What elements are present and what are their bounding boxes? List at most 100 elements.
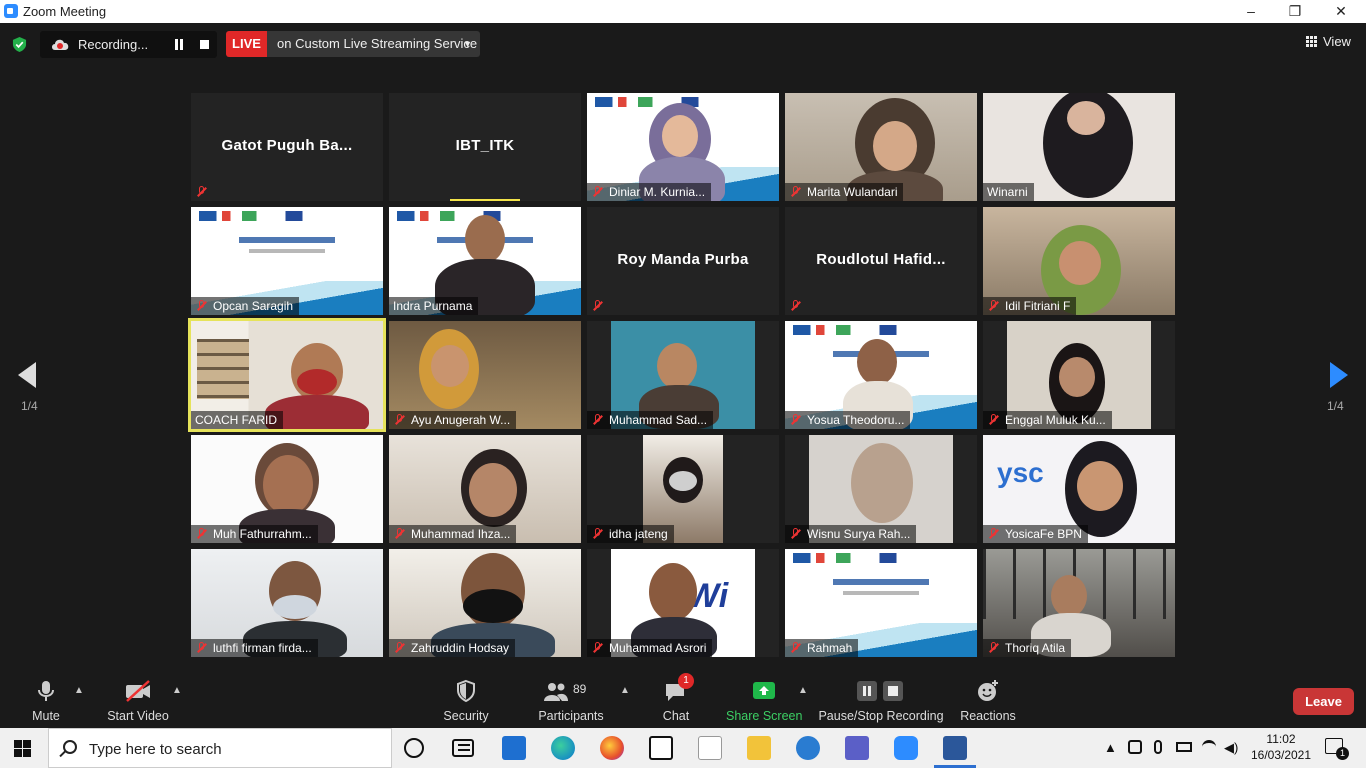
participant-tile[interactable]: Wi Muhammad Asrori [587,549,779,657]
cloud-recording-icon [52,39,69,50]
pause-icon [857,681,877,701]
participant-name: Muhammad Sad... [609,413,708,427]
participant-tile[interactable]: Indra Purnama [389,207,581,315]
security-button[interactable]: Security [440,679,492,723]
participant-tile[interactable]: Yosua Theodoru... [785,321,977,429]
participants-icon [544,683,568,701]
participant-namebar [785,297,813,315]
participant-namebar: Muh Fathurrahm... [191,525,318,543]
chat-label: Chat [662,709,690,723]
smiley-add-icon [978,680,998,701]
participant-tile[interactable]: Rahmah [785,549,977,657]
dropbox-icon[interactable] [649,736,673,760]
participant-tile[interactable]: Enggal Muluk Ku... [983,321,1175,429]
teams-icon[interactable] [845,736,869,760]
muted-mic-icon [591,528,605,540]
participant-tile[interactable]: Zahruddin Hodsay [389,549,581,657]
wifi-icon[interactable] [1202,740,1216,754]
pause-recording-icon[interactable] [173,39,185,50]
file-explorer-icon[interactable] [747,736,771,760]
participant-tile[interactable]: Thoriq Atila [983,549,1175,657]
mute-button[interactable]: Mute [22,679,70,723]
participant-tile-active-speaker[interactable]: COACH FARID [188,318,386,432]
word-icon[interactable] [943,736,967,760]
participant-namebar: Idil Fitriani F [983,297,1077,315]
participant-tile[interactable]: Roudlotul Hafid... [785,207,977,315]
participant-tile[interactable]: Muh Fathurrahm... [191,435,383,543]
clock-time: 11:02 [1266,732,1296,746]
system-clock[interactable]: 11:02 16/03/2021 [1250,731,1312,763]
participant-namebar: Diniar M. Kurnia... [587,183,712,201]
participant-namebar: Thoriq Atila [983,639,1072,657]
participants-label: Participants [538,709,604,723]
meet-now-icon[interactable] [1128,740,1142,754]
cortana-icon[interactable] [404,738,424,758]
participant-tile[interactable]: luthfi firman firda... [191,549,383,657]
battery-icon[interactable] [1176,742,1192,752]
minimize-button[interactable]: – [1240,2,1262,20]
participants-options-caret-icon[interactable]: ▲ [620,685,630,696]
share-options-caret-icon[interactable]: ▲ [798,685,808,696]
notification-center-icon[interactable]: 1 [1325,738,1349,760]
participant-tile[interactable]: Muhammad Sad... [587,321,779,429]
next-page-arrow-icon[interactable] [1330,362,1348,388]
windows-start-icon[interactable] [14,740,31,757]
participant-tile[interactable]: Gatot Puguh Ba... [191,93,383,201]
participant-namebar: Enggal Muluk Ku... [983,411,1112,429]
participant-name: luthfi firman firda... [213,641,312,655]
participant-tile[interactable]: Winarni [983,93,1175,201]
sigma-app-icon[interactable] [796,736,820,760]
edge-browser-icon[interactable] [551,736,575,760]
participant-tile[interactable]: idha jateng [587,435,779,543]
mail-icon[interactable] [502,736,526,760]
firefox-icon[interactable] [600,736,624,760]
zoom-app-icon[interactable] [894,736,918,760]
recording-label: Recording... [78,37,149,52]
live-streaming-dropdown[interactable]: on Custom Live Streaming Service ▼ [267,31,480,57]
participant-name: COACH FARID [195,413,278,427]
participants-button[interactable]: 89 Participants [536,679,606,723]
maximize-button[interactable]: ❐ [1284,2,1306,20]
reactions-button[interactable]: Reactions [958,679,1018,723]
amazon-icon[interactable] [698,736,722,760]
participant-tile[interactable]: Ayu Anugerah W... [389,321,581,429]
participant-namebar: Wisnu Surya Rah... [785,525,917,543]
pause-stop-recording-button[interactable]: Pause/Stop Recording [818,679,944,723]
window-title: Zoom Meeting [23,4,107,19]
muted-mic-icon [789,300,803,312]
share-screen-button[interactable]: Share Screen [726,679,802,723]
start-video-button[interactable]: Start Video [104,679,172,723]
muted-mic-icon [591,300,605,312]
volume-icon[interactable]: ◀) [1224,740,1238,756]
video-options-caret-icon[interactable]: ▲ [172,685,182,696]
stop-recording-icon[interactable] [200,40,209,49]
taskbar-search-input[interactable]: Type here to search [48,728,392,768]
view-button[interactable]: View [1306,34,1351,49]
participant-tile[interactable]: Opcan Saragih [191,207,383,315]
participant-namebar: idha jateng [587,525,674,543]
encryption-shield-icon[interactable] [12,37,27,52]
task-view-icon[interactable] [452,739,474,757]
participant-tile[interactable]: Roy Manda Purba [587,207,779,315]
audio-options-caret-icon[interactable]: ▲ [74,685,84,696]
participant-tile[interactable]: Diniar M. Kurnia... [587,93,779,201]
show-hidden-icons-caret-icon[interactable]: ▲ [1104,740,1117,755]
participant-tile[interactable]: IBT_ITK [389,93,581,201]
participant-name: Zahruddin Hodsay [411,641,510,655]
start-video-label: Start Video [107,709,169,723]
muted-mic-icon [393,528,407,540]
participant-tile[interactable]: Idil Fitriani F [983,207,1175,315]
participant-tile[interactable]: Muhammad Ihza... [389,435,581,543]
previous-page-arrow-icon[interactable] [18,362,36,388]
search-icon [63,740,77,754]
participant-name: Marita Wulandari [807,185,898,199]
muted-mic-icon [195,642,209,654]
leave-button[interactable]: Leave [1293,688,1354,715]
participant-namebar [191,183,219,201]
microphone-tray-icon[interactable] [1154,740,1162,754]
participant-tile[interactable]: Wisnu Surya Rah... [785,435,977,543]
participant-tile[interactable]: ysc YosicaFe BPN [983,435,1175,543]
participant-tile[interactable]: Marita Wulandari [785,93,977,201]
close-button[interactable]: ✕ [1330,2,1352,20]
chat-button[interactable]: 1 Chat [656,673,696,723]
